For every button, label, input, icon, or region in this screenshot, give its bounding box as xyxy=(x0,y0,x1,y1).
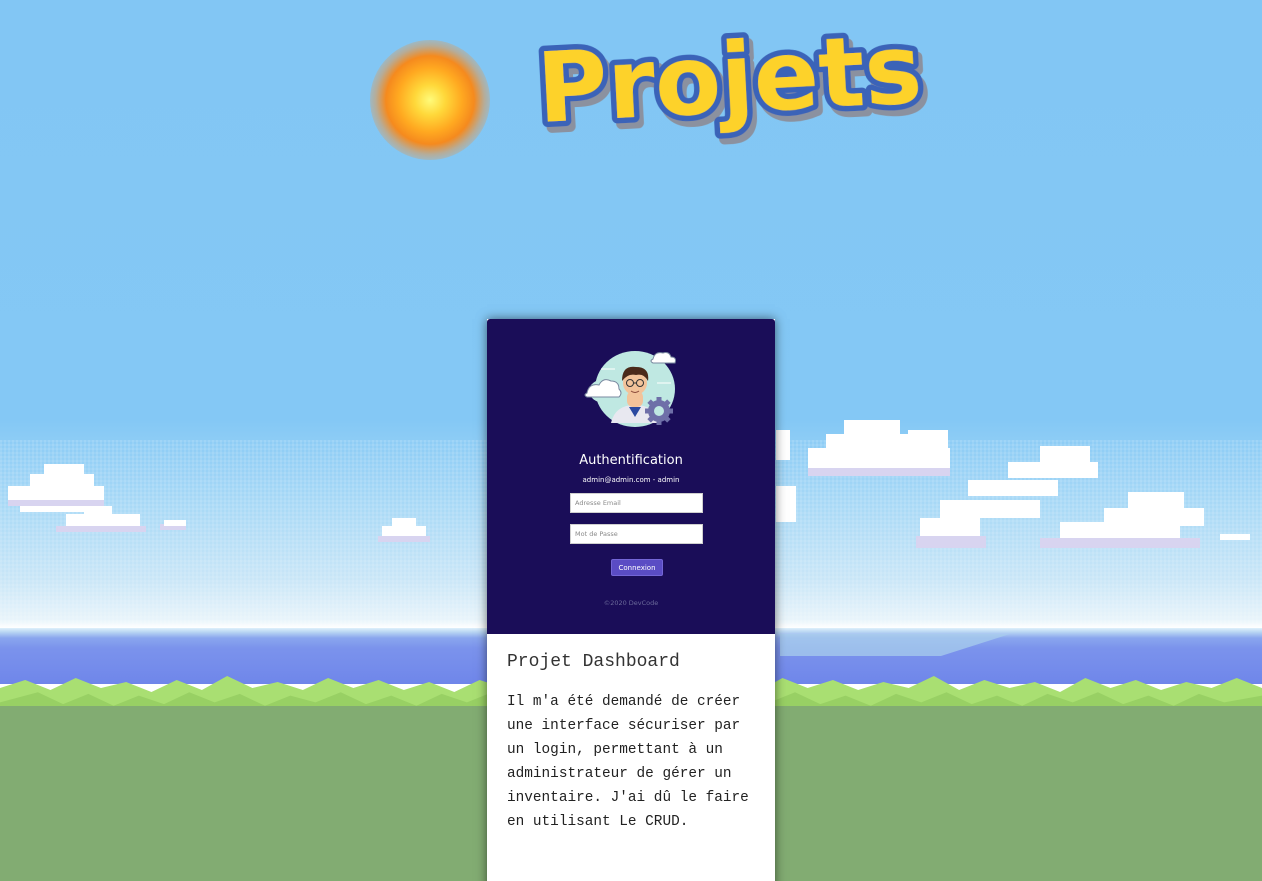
developer-avatar-icon xyxy=(584,351,676,427)
copyright-text: ©2020 DevCode xyxy=(603,599,659,607)
credentials-hint: admin@admin.com - admin xyxy=(582,476,680,484)
login-button[interactable]: Connexion xyxy=(611,559,663,576)
password-input[interactable] xyxy=(570,524,703,544)
projets-logo: Projets xyxy=(530,8,930,151)
auth-title: Authentification xyxy=(579,453,683,468)
project-title: Projet Dashboard xyxy=(507,652,680,672)
gear-icon xyxy=(645,397,673,425)
logo-text: Projets xyxy=(534,13,924,145)
project-description: Il m'a été demandé de créer une interfac… xyxy=(507,694,749,830)
auth-panel: Authentification admin@admin.com - admin… xyxy=(487,319,775,634)
project-description-panel: Projet Dashboard Il m'a été demandé de c… xyxy=(487,634,775,881)
login-card: Authentification admin@admin.com - admin… xyxy=(487,319,775,881)
email-input[interactable] xyxy=(570,493,703,513)
